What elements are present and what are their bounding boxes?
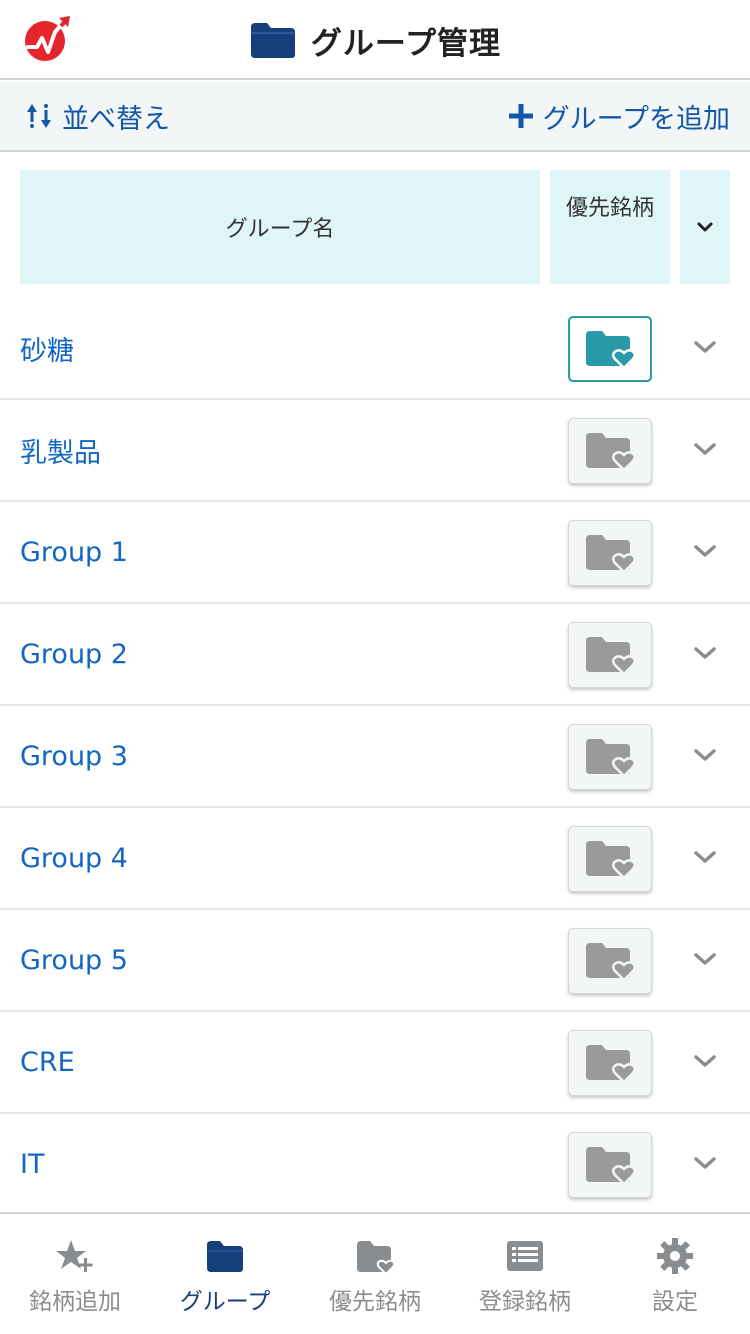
group-name-link[interactable]: Group 3 — [20, 706, 128, 806]
priority-toggle-button[interactable] — [568, 1030, 652, 1096]
expand-all-toggle[interactable] — [680, 170, 730, 284]
priority-toggle-button[interactable] — [568, 316, 652, 382]
folder-heart-icon — [586, 535, 636, 573]
column-header-priority: 優先銘柄 — [550, 170, 670, 284]
row-expand-chevron[interactable] — [690, 1046, 720, 1076]
chevron-down-icon — [694, 545, 716, 557]
folder-heart-icon — [586, 331, 636, 369]
star-plus-icon — [56, 1240, 93, 1272]
row-expand-chevron[interactable] — [690, 638, 720, 668]
folder-icon — [250, 23, 295, 58]
tab-label: 登録銘柄 — [479, 1289, 571, 1315]
tab-star-plus[interactable]: 銘柄追加 — [0, 1214, 150, 1334]
gear-icon — [657, 1238, 693, 1274]
sort-arrows-icon — [27, 104, 51, 128]
group-name-link[interactable]: Group 1 — [20, 502, 128, 602]
group-name-link[interactable]: Group 5 — [20, 910, 128, 1010]
group-row: Group 1 — [0, 502, 750, 604]
group-row: Group 2 — [0, 604, 750, 706]
group-row: Group 4 — [0, 808, 750, 910]
header-title-group: グループ管理 — [0, 0, 750, 80]
sort-button[interactable]: 並べ替え — [24, 82, 170, 150]
tab-gear[interactable]: 設定 — [600, 1214, 750, 1334]
group-row: IT — [0, 1114, 750, 1216]
folder-heart-icon — [586, 637, 636, 675]
group-row: Group 3 — [0, 706, 750, 808]
group-list: 砂糖 乳製品 Group 1 Group 2 Group 3 Group 4 Group 5… — [0, 298, 750, 1216]
row-expand-chevron[interactable] — [690, 944, 720, 974]
toolbar: 並べ替え グループを追加 — [0, 82, 750, 152]
priority-toggle-button[interactable] — [568, 418, 652, 484]
row-expand-chevron[interactable] — [690, 332, 720, 362]
table-header: グループ名 優先銘柄 — [20, 170, 730, 284]
row-expand-chevron[interactable] — [690, 740, 720, 770]
priority-toggle-button[interactable] — [568, 724, 652, 790]
tab-folder[interactable]: グループ — [150, 1214, 300, 1334]
chevron-down-icon — [694, 1055, 716, 1067]
priority-toggle-button[interactable] — [568, 622, 652, 688]
app-root: グループ管理 並べ替え グループを追加 グループ名 優先銘柄 砂糖 乳製品 Gr… — [0, 0, 750, 1334]
tab-label: 優先銘柄 — [329, 1289, 421, 1315]
folder-heart-icon — [586, 841, 636, 879]
group-row: 砂糖 — [0, 298, 750, 400]
column-header-group-name: グループ名 — [20, 170, 540, 284]
priority-toggle-button[interactable] — [568, 826, 652, 892]
priority-toggle-button[interactable] — [568, 928, 652, 994]
chevron-down-icon — [694, 341, 716, 353]
group-row: Group 5 — [0, 910, 750, 1012]
tab-folder-heart[interactable]: 優先銘柄 — [300, 1214, 450, 1334]
priority-toggle-button[interactable] — [568, 1132, 652, 1198]
tab-label: グループ — [179, 1289, 271, 1315]
group-name-link[interactable]: Group 4 — [20, 808, 128, 908]
app-header: グループ管理 — [0, 0, 750, 80]
group-row: 乳製品 — [0, 400, 750, 502]
group-name-link[interactable]: IT — [20, 1114, 44, 1214]
row-expand-chevron[interactable] — [690, 1148, 720, 1178]
group-name-link[interactable]: 砂糖 — [20, 298, 74, 398]
group-row: CRE — [0, 1012, 750, 1114]
chevron-down-icon — [694, 953, 716, 965]
add-group-button[interactable]: グループを追加 — [507, 82, 730, 150]
group-name-link[interactable]: Group 2 — [20, 604, 128, 704]
chevron-down-icon — [694, 851, 716, 863]
tab-label: 設定 — [652, 1289, 698, 1315]
priority-toggle-button[interactable] — [568, 520, 652, 586]
folder-icon — [207, 1241, 243, 1272]
sort-label: 並べ替え — [62, 103, 170, 135]
folder-heart-icon — [586, 943, 636, 981]
row-expand-chevron[interactable] — [690, 536, 720, 566]
chevron-down-icon — [694, 647, 716, 659]
tab-label: 銘柄追加 — [29, 1289, 121, 1315]
folder-heart-icon — [586, 739, 636, 777]
row-expand-chevron[interactable] — [690, 842, 720, 872]
folder-heart-icon — [586, 1147, 636, 1185]
row-expand-chevron[interactable] — [690, 434, 720, 464]
chevron-down-icon — [694, 443, 716, 455]
chevron-down-icon — [694, 749, 716, 761]
bottom-tab-bar: 銘柄追加 グループ 優先銘柄 登録銘柄 設定 — [0, 1212, 750, 1334]
folder-heart-icon — [357, 1241, 395, 1276]
add-group-label: グループを追加 — [542, 103, 730, 135]
group-name-link[interactable]: CRE — [20, 1012, 75, 1112]
tab-list[interactable]: 登録銘柄 — [450, 1214, 600, 1334]
folder-heart-icon — [586, 433, 636, 471]
group-name-link[interactable]: 乳製品 — [20, 400, 101, 500]
chevron-down-icon — [697, 222, 713, 232]
page-title: グループ管理 — [310, 25, 502, 62]
folder-heart-icon — [586, 1045, 636, 1083]
plus-icon — [508, 104, 533, 128]
list-icon — [507, 1241, 543, 1271]
chevron-down-icon — [694, 1157, 716, 1169]
